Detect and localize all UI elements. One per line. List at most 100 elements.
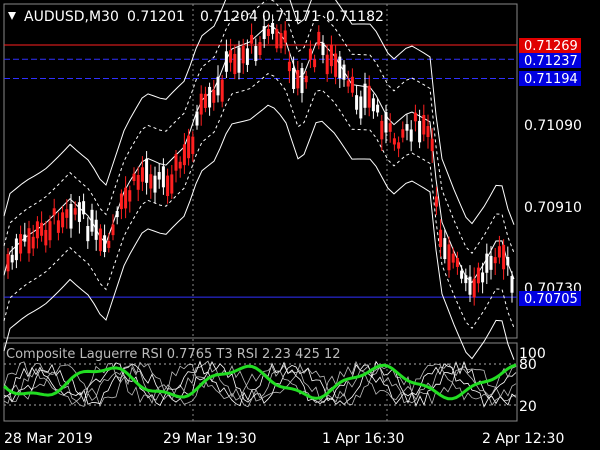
candle-body [283,30,287,43]
candle-body [317,31,321,45]
candle-body [481,272,485,283]
candle-body [300,68,304,94]
candle-body [103,235,107,253]
level-label: 20 [519,399,537,415]
candle-body [296,70,300,89]
candle-body [468,276,472,295]
chart-window[interactable]: AUDUSD,M30 0.71201 0.71204 0.71171 0.711… [0,0,600,450]
candle-body [376,104,380,113]
candle-body [430,138,434,152]
candle-body [31,236,35,249]
candle-body [98,228,102,252]
time-label: 2 Apr 12:30 [482,431,564,447]
candle-body [10,254,14,263]
candle-body [342,64,346,80]
candle-body [44,229,48,246]
candle-body [426,126,430,138]
candle-body [262,26,266,40]
indicator-levels: 100 80 20 [519,346,546,415]
candle-body [493,257,497,264]
candle-body [258,42,262,55]
candle-body [111,224,115,236]
candle-body [14,238,18,261]
candle-body [195,111,199,126]
candle-body [401,129,405,138]
candle-body [19,234,23,254]
candle-body [69,204,73,229]
candle-body [346,80,350,87]
candle-body [191,136,195,154]
candle-body [145,158,149,183]
candle-body [367,85,371,108]
time-axis: 28 Mar 2019 29 Mar 19:30 1 Apr 16:30 2 A… [4,431,564,447]
candle-body [229,50,233,63]
candle-body [245,48,249,65]
candle-body [65,209,69,218]
candle-body [380,120,384,140]
candle-body [308,48,312,60]
candle-body [182,144,186,166]
ohlc-low: 0.71171 [262,9,320,25]
candle-body [233,53,237,75]
candle-body [6,254,10,272]
candle-body [174,154,178,171]
candle-body [439,229,443,247]
candle-body [313,59,317,68]
candle-body [502,244,506,270]
ohlc-high: 0.71204 [200,9,258,25]
candle-body [23,234,27,242]
candle-body [384,112,388,133]
candle-body [279,33,283,49]
candle-body [73,208,77,215]
price-tick: 0.71090 [524,118,582,134]
candle-body [48,221,52,241]
candle-body [485,253,489,273]
candle-body [132,173,136,182]
price-lines [4,44,517,298]
candle-body [497,246,501,258]
candle-body [359,96,363,119]
candle-body [510,276,514,293]
candle-body [405,124,409,131]
candle-body [321,42,325,56]
candle-body [203,93,207,108]
candle-body [292,67,296,89]
candle-body [107,240,111,248]
time-label: 29 Mar 19:30 [163,431,256,447]
candle-body [355,95,359,110]
time-label: 28 Mar 2019 [4,431,93,447]
candle-body [413,112,417,122]
candle-body [77,202,81,222]
candle-body [266,28,270,37]
candle-body [250,34,254,44]
price-axis: 0.71090 0.70910 0.70730 [524,118,582,297]
price-tag-text: 0.70705 [524,292,578,307]
candle-body [216,76,220,96]
candle-body [86,226,90,242]
candle-body [506,257,510,266]
candle-body [157,172,161,180]
candle-body [136,175,140,190]
candle-body [40,222,44,236]
candle-body [224,51,228,72]
candle-body [325,54,329,75]
candle-body [140,167,144,182]
ohlc-close: 0.71182 [326,9,384,25]
price-tick: 0.70910 [524,200,582,216]
ohlc-open: 0.71201 [127,9,185,25]
candle-body [418,120,422,143]
candle-body [153,175,157,193]
candle-body [489,255,493,270]
candle-body [199,93,203,115]
candle-body [350,76,354,93]
candle-body [124,187,128,209]
candle-body [166,175,170,197]
candle-body [329,44,333,67]
triangle-down-icon [8,12,16,20]
candle-body [422,115,426,135]
candle-body [56,220,60,233]
price-tag-text: 0.71194 [524,72,578,87]
candle-body [115,211,119,218]
candle-body [61,212,65,228]
candle-body [334,53,338,77]
